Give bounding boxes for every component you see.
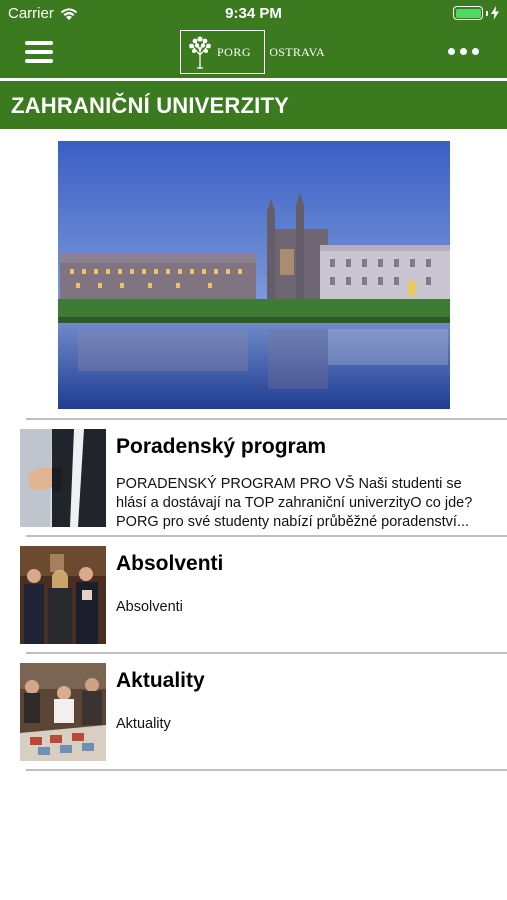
clock: 9:34 PM [225,5,282,22]
hero-image [58,141,450,409]
battery-group [453,6,499,20]
menu-icon[interactable] [25,41,53,63]
logo-text-ostrava: OSTRAVA [269,44,325,59]
porg-logo[interactable]: PORG OSTRAVA [180,30,325,74]
battery-tip [486,10,488,16]
battery-icon [453,6,483,20]
thumbnail-news [20,663,106,761]
charging-icon [491,6,499,20]
list-item-poradensky-program[interactable]: Poradenský program PORADENSKÝ PROGRAM PR… [0,419,507,535]
status-bar: Carrier 9:34 PM [0,0,507,28]
more-icon[interactable] [448,48,479,55]
item-title: Aktuality [116,669,205,692]
list-item-aktuality[interactable]: Aktuality Aktuality [0,653,507,769]
title-bar: ZAHRANIČNÍ UNIVERZITY [0,81,507,129]
thumbnail-handshake [20,429,106,527]
thumbnail-graduates [20,546,106,644]
page-title: ZAHRANIČNÍ UNIVERZITY [11,93,289,118]
item-description: Aktuality [116,716,171,732]
item-description: PORADENSKÝ PROGRAM PRO VŠ Naši studenti … [116,476,473,530]
logo-text-porg: PORG [217,44,252,59]
tree-icon [189,36,211,69]
item-title: Poradenský program [116,435,327,458]
item-description: Absolventi [116,599,183,615]
item-title: Absolventi [116,552,224,575]
nav-bar: PORG OSTRAVA [0,28,507,78]
list-separator [26,769,507,771]
list-item-absolventi[interactable]: Absolventi Absolventi [0,536,507,652]
logo-box: PORG [180,30,266,74]
